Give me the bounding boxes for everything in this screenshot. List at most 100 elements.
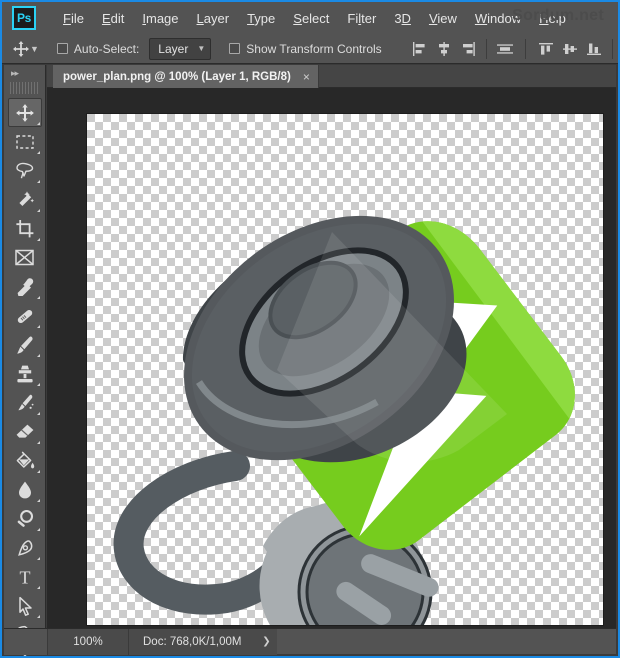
tool-history-brush-tool[interactable] bbox=[8, 388, 42, 417]
auto-select-checkbox[interactable] bbox=[56, 43, 68, 54]
menu-item-layer[interactable]: Layer bbox=[188, 8, 239, 29]
tool-blur-tool[interactable] bbox=[8, 475, 42, 504]
clone-stamp-icon bbox=[16, 365, 33, 382]
menu-item-select[interactable]: Select bbox=[284, 8, 338, 29]
auto-select-control[interactable]: Auto-Select: bbox=[56, 41, 140, 56]
menu-item-edit[interactable]: Edit bbox=[93, 8, 133, 29]
flyout-indicator bbox=[36, 354, 40, 357]
menu-item-file[interactable]: File bbox=[54, 8, 93, 29]
svg-text:T: T bbox=[19, 567, 30, 586]
menu-item-type[interactable]: Type bbox=[238, 8, 284, 29]
tool-rectangular-marquee-tool[interactable] bbox=[8, 127, 42, 156]
tool-move-tool[interactable] bbox=[7, 98, 42, 127]
tool-spot-healing-brush-tool[interactable] bbox=[8, 301, 42, 330]
tool-type-tool[interactable]: T bbox=[8, 562, 42, 591]
align-top-edges-button[interactable] bbox=[534, 37, 558, 61]
tool-eyedropper-tool[interactable] bbox=[8, 272, 42, 301]
tools-panel-drag-handle[interactable] bbox=[10, 82, 39, 94]
document-tab-bar: power_plan.png @ 100% (Layer 1, RGB/8) × bbox=[47, 65, 616, 88]
options-bar: ▼ Auto-Select: Layer ▼ Show Transform Co… bbox=[2, 34, 618, 64]
marquee-icon bbox=[15, 134, 34, 149]
flyout-indicator bbox=[36, 383, 40, 386]
canvas-work-area[interactable] bbox=[47, 88, 616, 628]
align-bottom-icon bbox=[586, 43, 601, 55]
photoshop-logo: Ps bbox=[12, 6, 36, 30]
auto-select-label: Auto-Select: bbox=[73, 41, 140, 56]
lasso-icon bbox=[16, 162, 34, 179]
chevron-right-icon[interactable]: ❯ bbox=[255, 628, 278, 655]
path-arrow-icon bbox=[18, 596, 32, 616]
menu-bar: Ps File Edit Image Layer Type Select Filter 3D V… bbox=[2, 2, 618, 34]
active-tool-preset[interactable] bbox=[12, 37, 30, 61]
tools-panel: ▸▸ T bbox=[4, 65, 46, 656]
flyout-indicator bbox=[36, 557, 40, 560]
align-right-icon bbox=[462, 41, 475, 56]
distribute-horizontal-button[interactable] bbox=[493, 37, 517, 61]
tool-frame-tool[interactable] bbox=[8, 243, 42, 272]
align-top-icon bbox=[538, 42, 553, 55]
menu-item-filter[interactable]: Filter bbox=[338, 8, 385, 29]
chevron-down-icon: ▼ bbox=[197, 44, 206, 53]
type-t-icon: T bbox=[19, 567, 30, 586]
healing-brush-icon bbox=[17, 309, 32, 323]
status-zoom-level[interactable]: 100% bbox=[48, 628, 129, 655]
align-vertical-centers-button[interactable] bbox=[558, 37, 582, 61]
flyout-indicator bbox=[36, 325, 40, 328]
flyout-indicator bbox=[36, 499, 40, 502]
align-horizontal-centers-button[interactable] bbox=[432, 37, 456, 61]
tool-path-selection-tool[interactable] bbox=[8, 591, 42, 620]
auto-select-scope-value: Layer bbox=[158, 41, 189, 56]
flyout-indicator bbox=[36, 470, 40, 473]
document-tab[interactable]: power_plan.png @ 100% (Layer 1, RGB/8) × bbox=[53, 65, 319, 88]
pen-icon bbox=[17, 539, 32, 556]
document-tab-title: power_plan.png @ 100% (Layer 1, RGB/8) bbox=[63, 70, 291, 83]
flyout-indicator bbox=[36, 209, 40, 212]
paint-bucket-icon bbox=[16, 451, 34, 468]
crop-icon bbox=[15, 219, 33, 237]
divider bbox=[611, 38, 613, 59]
align-center-h-icon bbox=[438, 41, 449, 56]
tool-lasso-tool[interactable] bbox=[8, 156, 42, 185]
tool-clone-stamp-tool[interactable] bbox=[8, 359, 42, 388]
flyout-indicator bbox=[36, 615, 40, 618]
tool-gradient-tool[interactable] bbox=[8, 446, 42, 475]
flyout-indicator bbox=[36, 441, 40, 444]
menu-item-image[interactable]: Image bbox=[133, 8, 187, 29]
eraser-icon bbox=[16, 424, 33, 438]
document-canvas[interactable] bbox=[87, 114, 603, 625]
history-brush-icon bbox=[17, 394, 33, 410]
flyout-indicator bbox=[36, 528, 40, 531]
menu-item-view[interactable]: View bbox=[420, 8, 466, 29]
divider bbox=[485, 38, 487, 59]
flyout-indicator bbox=[36, 412, 40, 415]
flyout-indicator bbox=[36, 586, 40, 589]
close-icon[interactable]: × bbox=[303, 71, 310, 83]
tool-magic-wand-tool[interactable] bbox=[8, 185, 42, 214]
tool-dodge-tool[interactable] bbox=[8, 504, 42, 533]
show-transform-controls-label: Show Transform Controls bbox=[246, 41, 382, 56]
menu-item-3d[interactable]: 3D bbox=[385, 8, 420, 29]
align-bottom-edges-button[interactable] bbox=[582, 37, 606, 61]
tool-eraser-tool[interactable] bbox=[8, 417, 42, 446]
magic-wand-icon bbox=[18, 190, 34, 206]
flyout-indicator bbox=[36, 238, 40, 241]
blur-droplet-icon bbox=[18, 481, 31, 498]
align-buttons-group bbox=[408, 37, 618, 61]
tool-crop-tool[interactable] bbox=[8, 214, 42, 243]
flyout-indicator bbox=[36, 151, 40, 154]
align-center-v-icon bbox=[562, 43, 577, 54]
dodge-icon bbox=[17, 509, 33, 527]
tool-brush-tool[interactable] bbox=[8, 330, 42, 359]
show-transform-controls-control[interactable]: Show Transform Controls bbox=[229, 41, 382, 56]
align-left-edges-button[interactable] bbox=[408, 37, 432, 61]
tool-preset-chevron-down-icon[interactable]: ▼ bbox=[30, 37, 39, 61]
frame-icon bbox=[15, 249, 34, 266]
tool-pen-tool[interactable] bbox=[8, 533, 42, 562]
status-document-info: Doc: 768,0K/1,00M bbox=[129, 628, 256, 655]
show-transform-controls-checkbox[interactable] bbox=[229, 43, 241, 54]
collapse-panel-double-chevron-right-icon[interactable]: ▸▸ bbox=[4, 65, 45, 81]
align-right-edges-button[interactable] bbox=[456, 37, 480, 61]
auto-select-scope-dropdown[interactable]: Layer ▼ bbox=[149, 37, 212, 60]
align-left-icon bbox=[412, 41, 425, 56]
status-bar-spacer bbox=[4, 628, 48, 655]
